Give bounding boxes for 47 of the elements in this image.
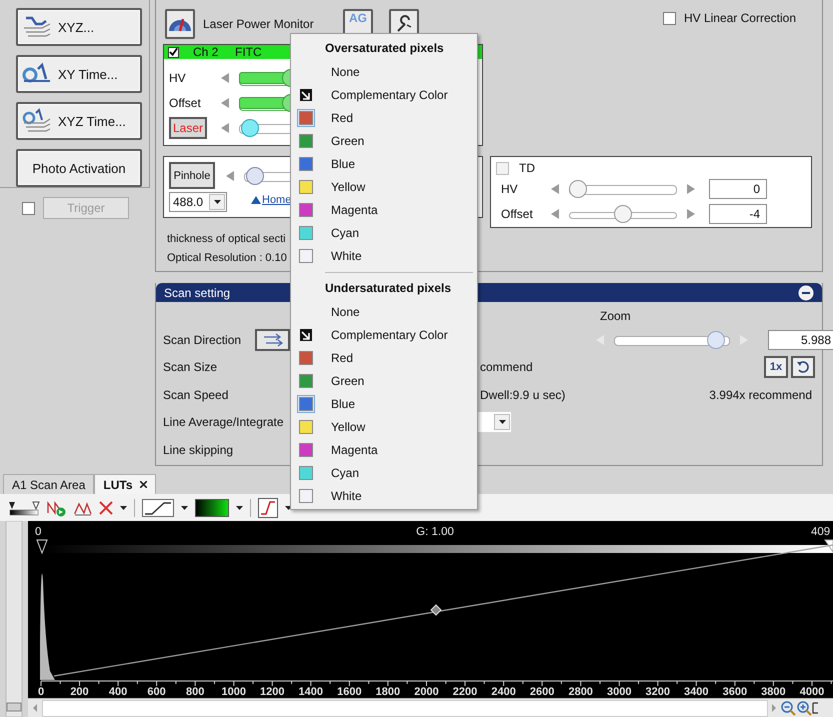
channel-name: Ch 2 bbox=[192, 45, 220, 59]
min-value-label: 0 bbox=[35, 526, 42, 538]
axis-tick-label: 0 bbox=[38, 686, 44, 698]
menu-heading: Undersaturated pixels bbox=[324, 280, 452, 297]
axis-tick-label: 2400 bbox=[491, 686, 516, 698]
setting-text: Dwell:9.9 u sec) bbox=[479, 388, 566, 402]
hv-linear-correction-label: HV Linear Correction bbox=[684, 11, 796, 25]
axis-tick-label: 3800 bbox=[761, 686, 786, 698]
axis-tick-label: 2000 bbox=[414, 686, 439, 698]
laser-power-monitor-label: Laser Power Monitor bbox=[203, 17, 315, 31]
slider-label: Offset bbox=[501, 206, 534, 220]
zoom-label: Zoom bbox=[599, 309, 632, 323]
slider-label: HV bbox=[169, 70, 187, 84]
axis-tick-label: 4000 bbox=[800, 686, 824, 698]
setting-label: Scan Size bbox=[163, 360, 218, 374]
setting-label: Scan Direction bbox=[163, 332, 242, 347]
menu-heading: Oversaturated pixels bbox=[324, 40, 445, 57]
setting-label: Scan Speed bbox=[163, 388, 228, 402]
axis-tick-label: 800 bbox=[186, 686, 204, 698]
setting-text: commend bbox=[479, 360, 534, 374]
axis-tick-label: 3000 bbox=[607, 686, 632, 698]
slider-label: Offset bbox=[169, 96, 202, 110]
info-text: Optical Resolution : 0.10 bbox=[167, 251, 287, 266]
axis-tick-label: 1800 bbox=[376, 686, 400, 698]
axis-tick-label: 3200 bbox=[646, 686, 670, 698]
axis-tick-label: 2800 bbox=[568, 686, 593, 698]
td-label: TD bbox=[519, 161, 535, 175]
setting-label: Line Average/Integrate bbox=[163, 415, 284, 430]
setting-label: Line skipping bbox=[163, 442, 234, 457]
axis-tick-label: 600 bbox=[147, 686, 166, 698]
panel-title: Scan setting bbox=[164, 286, 230, 300]
max-value-label: 409 bbox=[811, 526, 830, 538]
axis-tick-label: 400 bbox=[108, 686, 128, 698]
axis-tick-label: 1200 bbox=[260, 686, 285, 698]
dye-name: FITC bbox=[235, 45, 262, 59]
axis-tick-label: 2600 bbox=[530, 686, 554, 698]
axis-tick-label: 200 bbox=[70, 686, 89, 698]
recommend-text: 3.994x recommend bbox=[709, 388, 813, 402]
slider-label: HV bbox=[501, 182, 519, 196]
gamma-label: G: 1.00 bbox=[416, 526, 454, 538]
axis-tick-label: 3400 bbox=[684, 686, 709, 698]
axis-tick-label: 1600 bbox=[337, 686, 362, 698]
axis-tick-label: 1400 bbox=[298, 686, 324, 698]
axis-tick-label: 2200 bbox=[452, 686, 478, 698]
info-text: thickness of optical secti bbox=[167, 232, 286, 247]
axis-tick-label: 1000 bbox=[222, 686, 246, 698]
axis-tick-label: 3600 bbox=[722, 686, 748, 698]
